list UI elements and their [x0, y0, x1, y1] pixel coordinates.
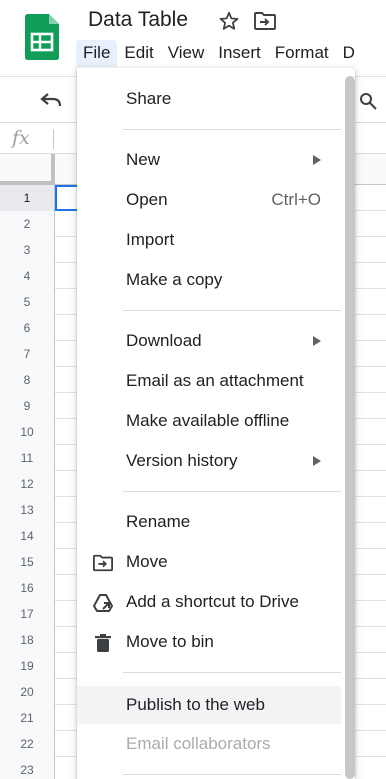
- row-header[interactable]: 3: [0, 237, 55, 263]
- row-header[interactable]: 9: [0, 393, 55, 419]
- menu-item-label: Share: [126, 89, 172, 108]
- menu-edit[interactable]: Edit: [117, 40, 160, 67]
- menu-view[interactable]: View: [161, 40, 212, 67]
- undo-icon[interactable]: [40, 91, 62, 109]
- row-header[interactable]: 18: [0, 627, 55, 653]
- menu-divider: [123, 672, 341, 673]
- row-header[interactable]: 19: [0, 653, 55, 679]
- menu-item-email-collaborators[interactable]: Email collaborators: [77, 727, 341, 761]
- menu-item-download[interactable]: Download: [77, 324, 341, 358]
- row-header[interactable]: 15: [0, 549, 55, 575]
- sheets-logo-icon[interactable]: [25, 14, 59, 60]
- submenu-arrow-icon: [313, 456, 321, 466]
- row-header[interactable]: 12: [0, 471, 55, 497]
- spreadsheet-app: Data Table File Edit View Insert Format D fx …: [0, 0, 386, 779]
- menu-item-rename[interactable]: Rename: [77, 505, 341, 539]
- menu-item-label: Add a shortcut to Drive: [126, 592, 299, 611]
- formula-separator: [53, 129, 54, 149]
- menu-data-truncated[interactable]: D: [336, 40, 362, 67]
- row-header[interactable]: 4: [0, 263, 55, 289]
- row-header[interactable]: 7: [0, 341, 55, 367]
- menu-item-label: Version history: [126, 451, 238, 470]
- menu-item-shortcut: Ctrl+O: [271, 190, 321, 209]
- menu-item-label: Move: [126, 552, 168, 571]
- menu-insert[interactable]: Insert: [211, 40, 268, 67]
- row-header[interactable]: 8: [0, 367, 55, 393]
- bin-icon: [95, 634, 111, 652]
- menu-scrollbar[interactable]: [345, 76, 355, 779]
- menu-item-label: Download: [126, 331, 202, 350]
- row-header[interactable]: 6: [0, 315, 55, 341]
- menu-item-move-to-bin[interactable]: Move to bin: [77, 625, 341, 659]
- row-header[interactable]: 20: [0, 679, 55, 705]
- menu-item-share[interactable]: Share: [77, 82, 341, 116]
- drive-shortcut-icon: [93, 594, 113, 612]
- menu-item-label: Email collaborators: [126, 734, 271, 753]
- menu-item-publish[interactable]: Publish to the web: [77, 686, 341, 724]
- submenu-arrow-icon: [313, 155, 321, 165]
- menu-item-label: Open: [126, 190, 168, 209]
- row-header[interactable]: 21: [0, 705, 55, 731]
- menu-item-label: Move to bin: [126, 632, 214, 651]
- star-icon[interactable]: [218, 10, 240, 32]
- fx-label: fx: [12, 127, 30, 149]
- menu-item-make-copy[interactable]: Make a copy: [77, 263, 341, 297]
- row-header[interactable]: 17: [0, 601, 55, 627]
- menu-item-new[interactable]: New: [77, 143, 341, 177]
- menu-item-label: New: [126, 150, 161, 169]
- move-folder-icon[interactable]: [254, 11, 276, 31]
- menu-divider: [123, 310, 341, 311]
- menu-item-add-shortcut[interactable]: Add a shortcut to Drive: [77, 585, 341, 619]
- row-header[interactable]: 23: [0, 757, 55, 779]
- toolbar-overflow-icon[interactable]: [360, 91, 380, 111]
- row-header[interactable]: 16: [0, 575, 55, 601]
- row-header[interactable]: 1: [0, 185, 55, 211]
- row-header[interactable]: 22: [0, 731, 55, 757]
- row-header[interactable]: 11: [0, 445, 55, 471]
- row-header[interactable]: 2: [0, 211, 55, 237]
- header: Data Table File Edit View Insert Format D: [0, 0, 386, 76]
- menu-item-open[interactable]: Open Ctrl+O: [77, 183, 341, 217]
- menu-divider: [123, 129, 341, 130]
- menu-item-move[interactable]: Move: [77, 545, 341, 579]
- submenu-arrow-icon: [313, 336, 321, 346]
- menu-item-label: Rename: [126, 512, 191, 531]
- row-header[interactable]: 14: [0, 523, 55, 549]
- move-folder-icon: [93, 554, 113, 572]
- menu-item-label: Import: [126, 230, 175, 249]
- row-header[interactable]: 10: [0, 419, 55, 445]
- menu-item-label: Make available offline: [126, 411, 290, 430]
- row-header[interactable]: 5: [0, 289, 55, 315]
- menu-item-label: Email as an attachment: [126, 371, 304, 390]
- menu-file[interactable]: File: [76, 40, 118, 67]
- menu-item-label: Publish to the web: [126, 695, 265, 714]
- menubar: File Edit View Insert Format D: [76, 40, 362, 68]
- menu-item-version-history[interactable]: Version history: [77, 444, 341, 478]
- menu-item-import[interactable]: Import: [77, 223, 341, 257]
- menu-divider: [123, 491, 341, 492]
- row-header[interactable]: 13: [0, 497, 55, 523]
- document-title[interactable]: Data Table: [88, 8, 188, 32]
- menu-item-email-attachment[interactable]: Email as an attachment: [77, 364, 341, 398]
- menu-format[interactable]: Format: [268, 40, 336, 67]
- menu-item-label: Make a copy: [126, 270, 223, 289]
- menu-item-make-offline[interactable]: Make available offline: [77, 404, 341, 438]
- file-menu: Share New Open Ctrl+O Import Make a copy…: [77, 68, 355, 779]
- menu-divider: [123, 774, 341, 775]
- select-all-corner[interactable]: [0, 154, 55, 185]
